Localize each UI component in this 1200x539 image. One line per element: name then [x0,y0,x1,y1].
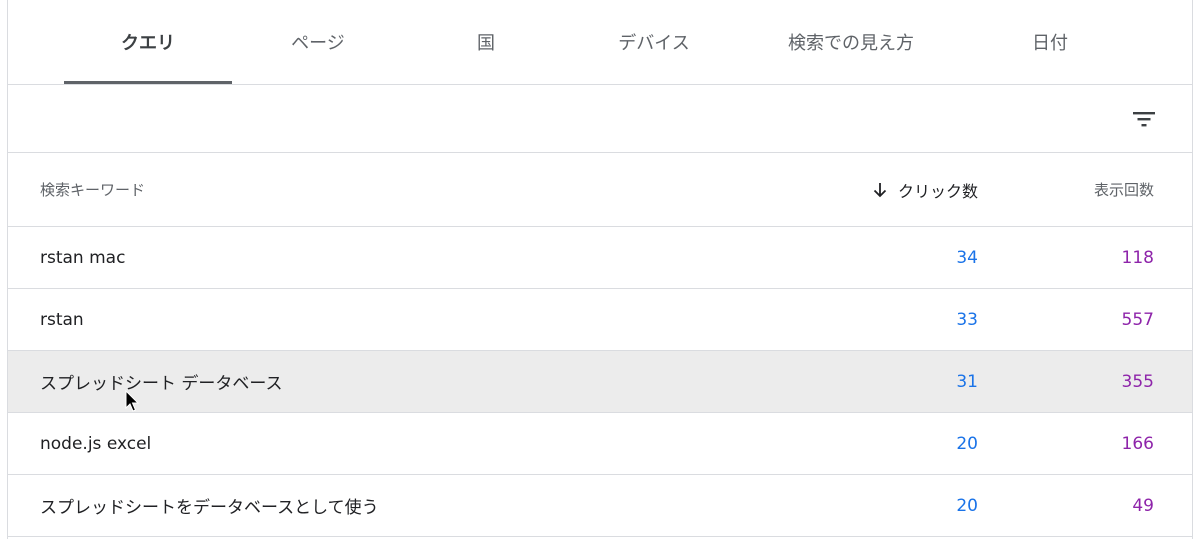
tab-query-label: クエリ [121,33,175,54]
table-header: 検索キーワード クリック数 表示回数 [8,153,1192,227]
row-impressions: 355 [1121,371,1154,392]
row-impressions: 118 [1121,247,1154,268]
table-row[interactable]: rstan mac 34 118 [8,227,1192,289]
row-clicks: 20 [956,433,978,454]
table-row[interactable]: node.js excel 20 166 [8,413,1192,475]
tab-search-appearance-label: 検索での見え方 [788,33,914,54]
row-query: rstan [40,309,84,330]
header-clicks-label: クリック数 [897,181,978,201]
row-query: node.js excel [40,433,152,454]
filter-bar [8,85,1192,153]
row-clicks: 34 [956,247,978,268]
filter-icon[interactable] [1130,105,1158,133]
header-impressions[interactable]: 表示回数 [1094,153,1154,226]
tab-search-appearance[interactable]: 検索での見え方 [756,0,946,84]
performance-card: クエリ ページ 国 デバイス 検索での見え方 日付 検索キーワード クリック数 … [7,0,1193,539]
arrow-down-icon [873,182,887,197]
row-clicks: 33 [956,309,978,330]
header-impressions-label: 表示回数 [1093,181,1154,199]
table-row[interactable]: スプレッドシート データベース 31 355 [8,351,1192,413]
row-impressions: 166 [1121,433,1154,454]
tab-country-label: 国 [477,33,495,54]
tab-date[interactable]: 日付 [966,0,1134,84]
dimension-tabs: クエリ ページ 国 デバイス 検索での見え方 日付 [8,0,1192,85]
active-tab-indicator [64,81,232,84]
tab-page[interactable]: ページ [234,0,402,84]
tab-device-label: デバイス [618,33,690,54]
row-impressions: 49 [1132,495,1154,516]
table-row[interactable]: スプレッドシートをデータベースとして使う 20 49 [8,475,1192,537]
tab-date-label: 日付 [1032,33,1068,54]
tab-page-label: ページ [291,33,345,54]
row-query: スプレッドシート データベース [40,374,283,394]
mouse-pointer-icon [125,390,140,412]
row-query: rstan mac [40,247,126,268]
tab-country[interactable]: 国 [402,0,570,84]
row-query: スプレッドシートをデータベースとして使う [40,498,379,518]
row-clicks: 31 [956,371,978,392]
row-clicks: 20 [956,495,978,516]
header-query-label: 検索キーワード [40,181,146,199]
header-clicks[interactable]: クリック数 [872,153,978,226]
row-impressions: 557 [1121,309,1154,330]
table-row[interactable]: rstan 33 557 [8,289,1192,351]
tab-device[interactable]: デバイス [570,0,738,84]
tab-query[interactable]: クエリ [64,0,232,84]
header-query[interactable]: 検索キーワード [40,153,145,226]
